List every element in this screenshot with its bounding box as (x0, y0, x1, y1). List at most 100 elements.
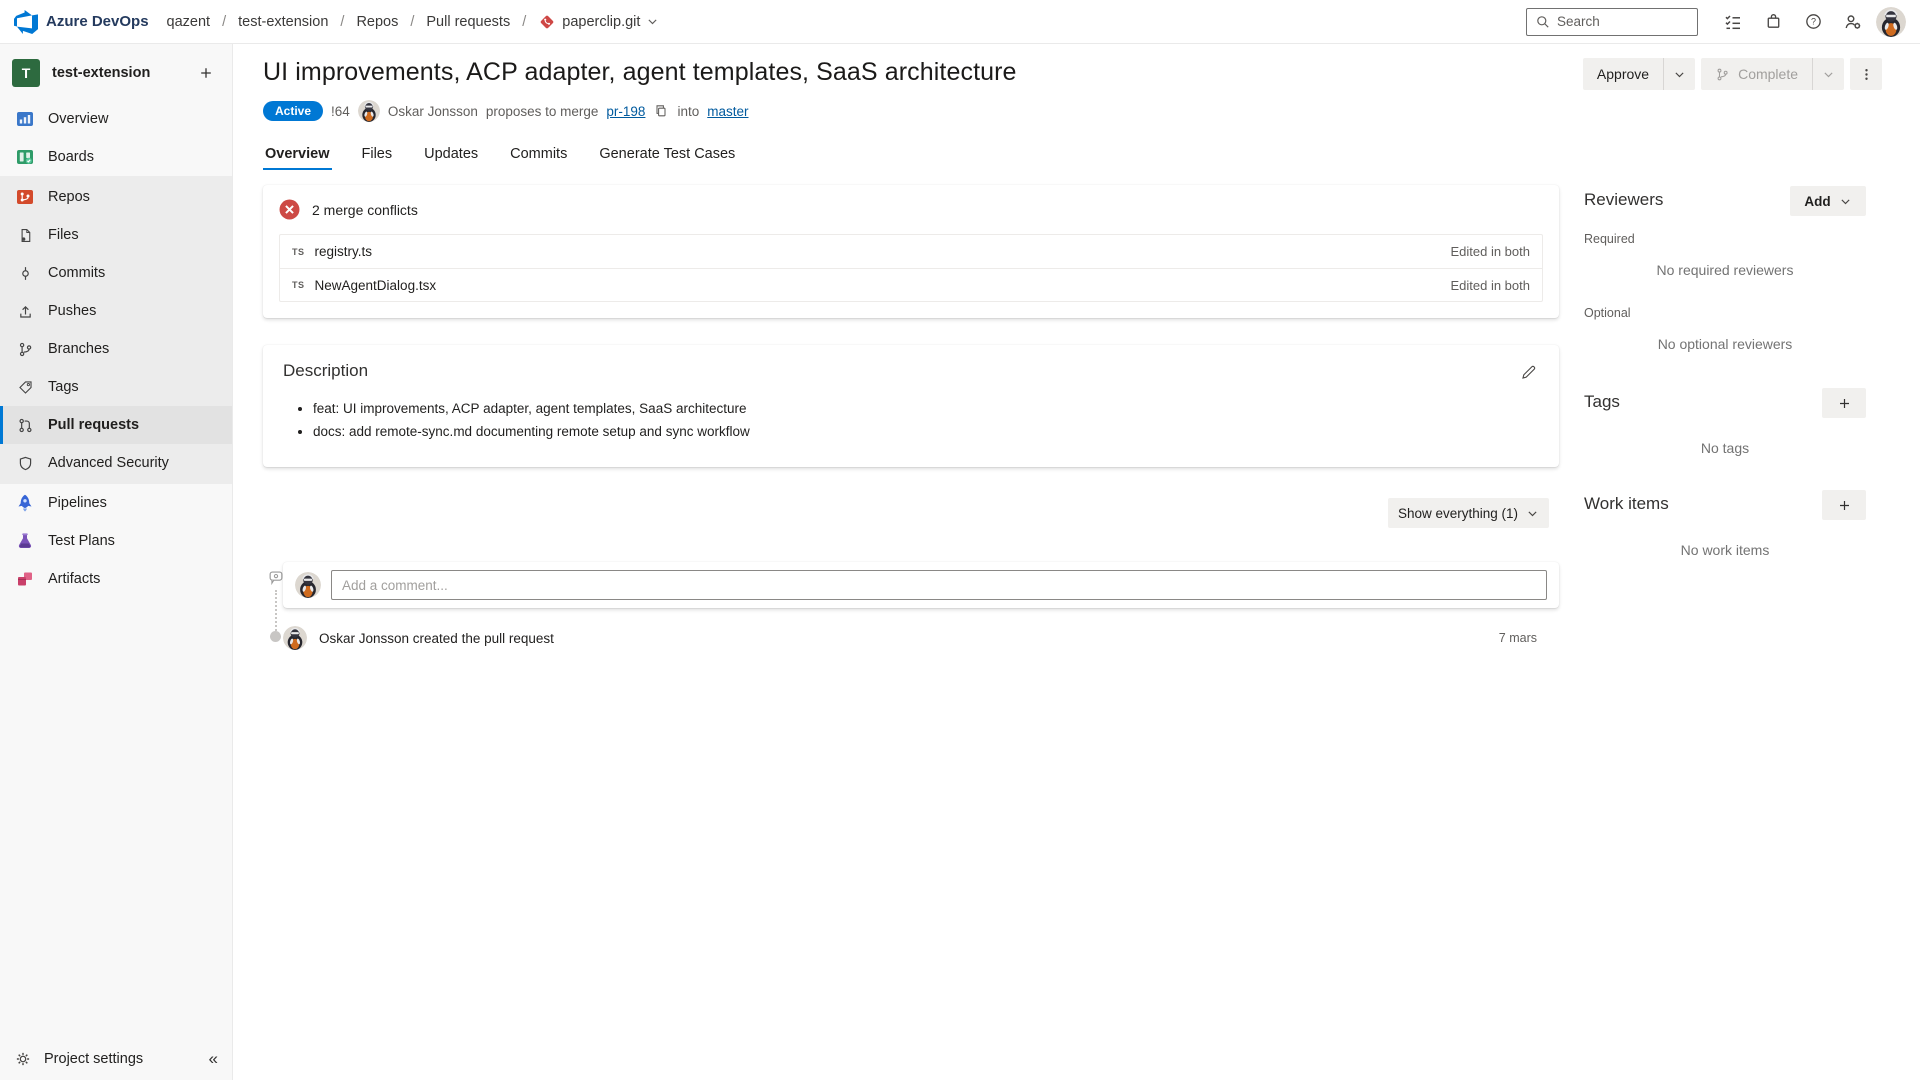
more-options-button[interactable] (1850, 58, 1882, 90)
search-input[interactable] (1557, 14, 1689, 29)
sidebar-item-label: Pipelines (48, 495, 107, 511)
top-bar: Azure DevOps qazent test-extension Repos… (0, 0, 1920, 44)
work-items-heading: Work items (1584, 494, 1669, 514)
tab-files[interactable]: Files (360, 140, 395, 170)
overview-icon (14, 109, 36, 129)
target-branch-link[interactable]: master (707, 104, 748, 119)
complete-dropdown-button[interactable] (1812, 58, 1844, 90)
collapse-sidebar-icon[interactable] (209, 1049, 218, 1069)
event-date[interactable]: 7 mars (1499, 631, 1537, 645)
help-button[interactable] (1796, 5, 1830, 39)
plus-icon (198, 65, 214, 81)
tab-updates[interactable]: Updates (422, 140, 480, 170)
add-reviewer-button[interactable]: Add (1790, 186, 1866, 216)
description-card: Description feat: UI improvements, ACP a… (263, 345, 1559, 467)
pr-details-panel: Reviewers Add Required No required revie… (1584, 176, 1866, 1080)
search-box (1526, 8, 1698, 36)
conflict-file-row[interactable]: TS registry.ts Edited in both (280, 235, 1542, 268)
user-avatar[interactable] (1876, 7, 1906, 37)
sidebar-item-pipelines[interactable]: Pipelines (0, 484, 232, 522)
project-header: T test-extension (0, 50, 232, 96)
merge-conflicts-summary: 2 merge conflicts (312, 202, 418, 218)
gear-icon (14, 1050, 32, 1068)
breadcrumb-separator (404, 14, 420, 30)
sidebar-item-commits[interactable]: Commits (0, 254, 232, 292)
copy-branch-icon[interactable] (653, 103, 669, 119)
file-icon (14, 227, 36, 244)
marketplace-button[interactable] (1756, 5, 1790, 39)
branch-icon (14, 341, 36, 358)
avatar-image (295, 572, 321, 598)
source-branch-link[interactable]: pr-198 (606, 104, 645, 119)
sidebar-item-artifacts[interactable]: Artifacts (0, 560, 232, 598)
no-work-items-text: No work items (1584, 542, 1866, 558)
activity-filter-label: Show everything (1) (1398, 506, 1518, 521)
add-tag-button[interactable] (1822, 388, 1866, 418)
push-icon (14, 303, 36, 320)
sidebar-item-pull-requests[interactable]: Pull requests (0, 406, 232, 444)
sidebar-item-boards[interactable]: Boards (0, 138, 232, 176)
sidebar-item-files[interactable]: Files (0, 216, 232, 254)
tag-icon (14, 379, 36, 396)
breadcrumb-repos[interactable]: Repos (350, 10, 404, 34)
user-settings-button[interactable] (1836, 5, 1870, 39)
sidebar-item-label: Advanced Security (48, 455, 169, 471)
complete-button[interactable]: Complete (1701, 58, 1812, 90)
pr-tabs: Overview Files Updates Commits Generate … (263, 140, 737, 170)
sidebar-item-label: Boards (48, 149, 94, 165)
project-settings-label: Project settings (44, 1051, 143, 1067)
activity-filter-button[interactable]: Show everything (1) (1388, 498, 1549, 528)
sidebar-item-label: Branches (48, 341, 109, 357)
description-heading: Description (283, 361, 1539, 381)
edit-description-button[interactable] (1513, 357, 1543, 387)
sidebar-item-test-plans[interactable]: Test Plans (0, 522, 232, 560)
sidebar-item-tags[interactable]: Tags (0, 368, 232, 406)
conflict-file-status: Edited in both (1450, 244, 1530, 259)
tags-heading: Tags (1584, 392, 1620, 412)
sidebar-item-label: Files (48, 227, 79, 243)
timeline-event: Oskar Jonsson created the pull request 7… (283, 623, 1559, 653)
top-bar-actions (1526, 5, 1906, 39)
commit-icon (14, 265, 36, 282)
sidebar-item-repos[interactable]: Repos (0, 178, 232, 216)
conflict-file-row[interactable]: TS NewAgentDialog.tsx Edited in both (280, 268, 1542, 301)
approve-button[interactable]: Approve (1583, 58, 1663, 90)
project-name[interactable]: test-extension (52, 65, 180, 81)
sidebar-item-pushes[interactable]: Pushes (0, 292, 232, 330)
tab-commits[interactable]: Commits (508, 140, 569, 170)
avatar-image (1876, 7, 1906, 37)
shield-icon (14, 455, 36, 472)
description-bullet: feat: UI improvements, ACP adapter, agen… (313, 401, 1539, 416)
approve-dropdown-button[interactable] (1663, 58, 1695, 90)
add-work-item-button[interactable] (1822, 490, 1866, 520)
breadcrumb-project[interactable]: test-extension (232, 10, 334, 34)
tab-generate-test-cases[interactable]: Generate Test Cases (597, 140, 737, 170)
sidebar-item-label: Tags (48, 379, 79, 395)
plus-icon (1837, 396, 1852, 411)
chevron-down-icon (1822, 68, 1835, 81)
sidebar-item-advanced-security[interactable]: Advanced Security (0, 444, 232, 482)
project-settings[interactable]: Project settings (0, 1038, 232, 1080)
chevron-down-icon (646, 15, 659, 28)
breadcrumb-pull-requests[interactable]: Pull requests (420, 10, 516, 34)
pencil-icon (1520, 364, 1537, 381)
tab-overview[interactable]: Overview (263, 140, 332, 170)
breadcrumb-org[interactable]: qazent (161, 10, 217, 34)
project-avatar[interactable]: T (12, 59, 40, 87)
sidebar-item-branches[interactable]: Branches (0, 330, 232, 368)
pr-header: UI improvements, ACP adapter, agent temp… (233, 44, 1920, 176)
new-project-button[interactable] (192, 59, 220, 87)
sidebar-item-overview[interactable]: Overview (0, 100, 232, 138)
azure-devops-home[interactable]: Azure DevOps (14, 10, 149, 34)
repos-icon (14, 187, 36, 207)
sidebar-item-label: Test Plans (48, 533, 115, 549)
user-settings-icon (1843, 12, 1863, 32)
event-text: Oskar Jonsson created the pull request (319, 631, 554, 646)
repo-picker[interactable]: paperclip.git (532, 9, 665, 35)
comment-input[interactable] (331, 570, 1547, 600)
my-work-button[interactable] (1716, 5, 1750, 39)
sidebar-item-label: Artifacts (48, 571, 100, 587)
git-repo-icon (538, 13, 556, 31)
conflict-file-status: Edited in both (1450, 278, 1530, 293)
azure-devops-logo-icon (14, 10, 38, 34)
